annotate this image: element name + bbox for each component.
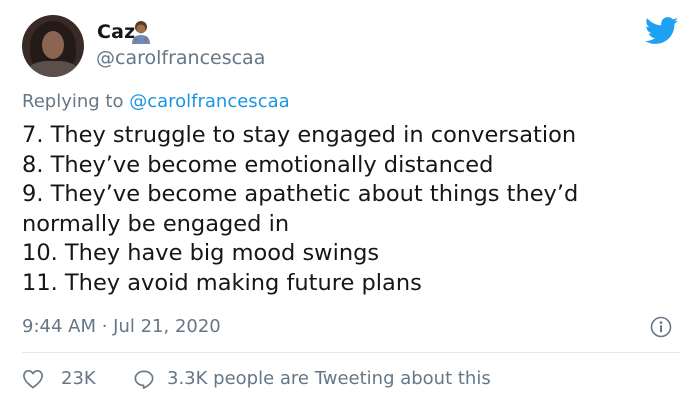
comment-bubble-icon[interactable] xyxy=(133,369,155,389)
info-icon[interactable] xyxy=(650,316,672,338)
heart-icon[interactable] xyxy=(22,369,44,389)
avatar[interactable] xyxy=(22,15,84,77)
person-emoji-icon xyxy=(132,21,150,44)
twitter-bird-icon[interactable] xyxy=(645,17,679,45)
tweet-line: 10. They have big mood swings xyxy=(22,240,380,266)
replying-to-label: Replying to xyxy=(22,91,124,112)
tweet-card: Caz @carolfrancescaa Replying to @carolf… xyxy=(0,0,700,406)
tweet-line: normally be engaged in xyxy=(22,210,290,237)
tweet-text: 7. They struggle to stay engaged in conv… xyxy=(22,121,682,298)
tweet-line: 11. They avoid making future plans xyxy=(22,269,422,296)
conversation-link[interactable]: 3.3K people are Tweeting about this xyxy=(167,368,491,389)
tweet-line: 9. They’ve become apathetic about things… xyxy=(22,181,579,207)
replying-to: Replying to @carolfrancescaa xyxy=(22,91,290,112)
author-handle[interactable]: @carolfrancescaa xyxy=(96,47,265,69)
tweet-line: 7. They struggle to stay engaged in conv… xyxy=(22,122,577,148)
like-count[interactable]: 23K xyxy=(61,368,96,389)
tweet-line: 8. They’ve become emotionally distanced xyxy=(22,151,494,178)
replying-to-handle-link[interactable]: @carolfrancescaa xyxy=(129,91,289,112)
divider xyxy=(22,352,680,353)
tweet-timestamp[interactable]: 9:44 AM · Jul 21, 2020 xyxy=(22,316,221,337)
